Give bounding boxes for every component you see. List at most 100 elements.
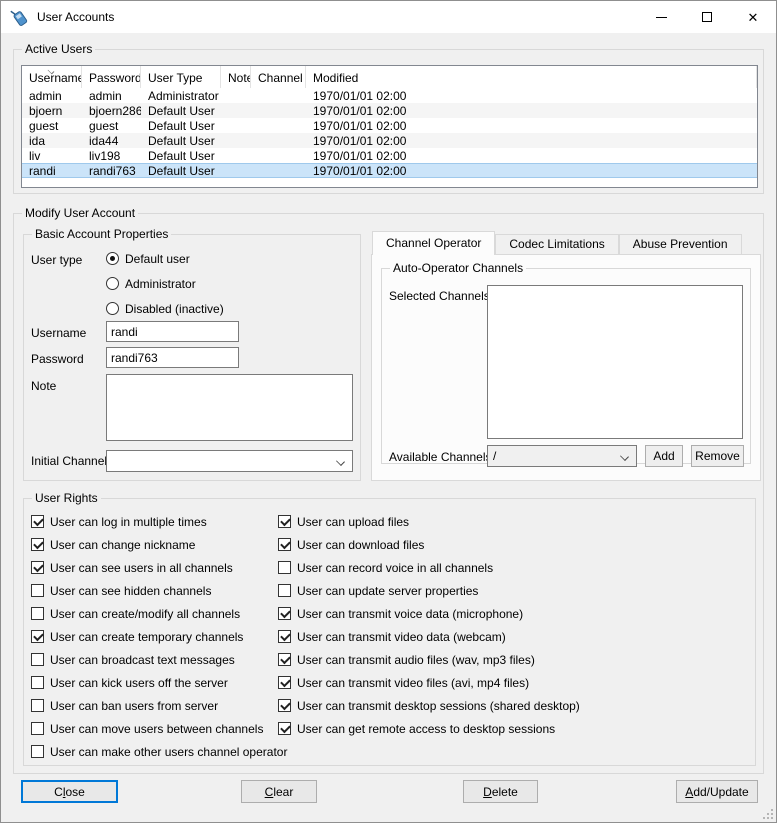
add-update-button[interactable]: Add/Update [676, 780, 758, 803]
delete-button[interactable]: Delete [463, 780, 538, 803]
column-header-password[interactable]: Password [82, 66, 141, 88]
column-header-label: Note [228, 71, 251, 85]
checkbox-unchecked-icon [31, 607, 44, 620]
checkbox-user-can-upload-files[interactable]: User can upload files [278, 515, 580, 528]
checkbox-label: User can see hidden channels [50, 584, 211, 598]
column-header-username[interactable]: Username [22, 66, 82, 88]
column-header-user-type[interactable]: User Type [141, 66, 221, 88]
checkbox-user-can-make-other-users-channel-operator[interactable]: User can make other users channel operat… [31, 745, 287, 758]
remove-button[interactable]: Remove [691, 445, 744, 467]
window-title: User Accounts [37, 10, 114, 24]
checkbox-label: User can download files [297, 538, 424, 552]
username-field[interactable] [106, 321, 239, 342]
user-rights-right-column: User can upload files User can download f… [278, 515, 580, 745]
checkbox-label: User can transmit audio files (wav, mp3 … [297, 653, 535, 667]
checkbox-user-can-log-in-multiple-times[interactable]: User can log in multiple times [31, 515, 287, 528]
table-cell: 1970/01/01 02:00 [306, 104, 757, 118]
radio-administrator[interactable]: Administrator [106, 277, 224, 290]
checkbox-checked-icon [278, 722, 291, 735]
checkbox-user-can-change-nickname[interactable]: User can change nickname [31, 538, 287, 551]
checkbox-label: User can create temporary channels [50, 630, 243, 644]
note-field[interactable] [106, 374, 353, 441]
radio-label: Administrator [125, 277, 196, 291]
checkbox-user-can-transmit-video-data-webcam[interactable]: User can transmit video data (webcam) [278, 630, 580, 643]
checkbox-user-can-download-files[interactable]: User can download files [278, 538, 580, 551]
checkbox-user-can-see-users-in-all-channels[interactable]: User can see users in all channels [31, 561, 287, 574]
table-cell: Default User [141, 119, 221, 133]
tabbar: Channel OperatorCodec LimitationsAbuse P… [372, 231, 742, 254]
checkbox-user-can-transmit-audio-files-wav-mp3-files[interactable]: User can transmit audio files (wav, mp3 … [278, 653, 580, 666]
table-row-liv[interactable]: livliv198Default User1970/01/01 02:00 [22, 148, 757, 163]
table-cell: ida44 [82, 134, 141, 148]
radio-disabled-inactive[interactable]: Disabled (inactive) [106, 302, 224, 315]
active-users-label: Active Users [22, 42, 95, 56]
maximize-button[interactable] [684, 1, 730, 33]
checkbox-unchecked-icon [278, 584, 291, 597]
checkbox-checked-icon [278, 630, 291, 643]
table-row-ida[interactable]: idaida44Default User1970/01/01 02:00 [22, 133, 757, 148]
checkbox-user-can-transmit-video-files-avi-mp4-files[interactable]: User can transmit video files (avi, mp4 … [278, 676, 580, 689]
column-header-label: Password [89, 71, 141, 85]
table-row-admin[interactable]: adminadminAdministrator1970/01/01 02:00 [22, 88, 757, 103]
checkbox-user-can-create-temporary-channels[interactable]: User can create temporary channels [31, 630, 287, 643]
table-cell: bjoern286 [82, 104, 141, 118]
tab-abuse-prevention[interactable]: Abuse Prevention [619, 234, 742, 254]
tab-codec-limitations[interactable]: Codec Limitations [495, 234, 618, 254]
table-cell: 1970/01/01 02:00 [306, 119, 757, 133]
checkbox-checked-icon [278, 676, 291, 689]
app-icon [9, 6, 31, 28]
table-cell: bjoern [22, 104, 82, 118]
initial-channel-label: Initial Channel [31, 454, 107, 468]
checkbox-user-can-broadcast-text-messages[interactable]: User can broadcast text messages [31, 653, 287, 666]
table-cell: 1970/01/01 02:00 [306, 89, 757, 103]
table-row-guest[interactable]: guestguestDefault User1970/01/01 02:00 [22, 118, 757, 133]
table-cell: Default User [141, 104, 221, 118]
checkbox-user-can-see-hidden-channels[interactable]: User can see hidden channels [31, 584, 287, 597]
available-channels-combobox[interactable]: / [487, 445, 637, 467]
add-button-label: Add [653, 449, 674, 463]
table-cell: Administrator [141, 89, 221, 103]
checkbox-user-can-transmit-voice-data-microphone[interactable]: User can transmit voice data (microphone… [278, 607, 580, 620]
column-header-modified[interactable]: Modified [306, 66, 757, 88]
minimize-button[interactable] [638, 1, 684, 33]
checkbox-checked-icon [278, 653, 291, 666]
checkbox-label: User can transmit voice data (microphone… [297, 607, 523, 621]
checkbox-user-can-transmit-desktop-sessions-shared-desktop[interactable]: User can transmit desktop sessions (shar… [278, 699, 580, 712]
checkbox-user-can-get-remote-access-to-desktop-sessions[interactable]: User can get remote access to desktop se… [278, 722, 580, 735]
user-type-radiogroup: Default user Administrator Disabled (inact… [106, 252, 224, 327]
checkbox-unchecked-icon [31, 722, 44, 735]
checkbox-user-can-move-users-between-channels[interactable]: User can move users between channels [31, 722, 287, 735]
checkbox-user-can-kick-users-off-the-server[interactable]: User can kick users off the server [31, 676, 287, 689]
checkbox-user-can-ban-users-from-server[interactable]: User can ban users from server [31, 699, 287, 712]
chevron-down-icon [336, 457, 345, 466]
initial-channel-combobox[interactable] [106, 450, 353, 472]
checkbox-label: User can record voice in all channels [297, 561, 493, 575]
password-label: Password [31, 352, 84, 366]
password-field[interactable] [106, 347, 239, 368]
checkbox-label: User can see users in all channels [50, 561, 233, 575]
checkbox-checked-icon [278, 699, 291, 712]
close-window-button[interactable]: ✕ [730, 1, 776, 33]
checkbox-label: User can create/modify all channels [50, 607, 240, 621]
checkbox-checked-icon [31, 561, 44, 574]
table-cell: admin [22, 89, 82, 103]
table-body: adminadminAdministrator1970/01/01 02:00b… [22, 88, 757, 178]
selected-channels-listbox[interactable] [487, 285, 743, 439]
checkbox-user-can-update-server-properties[interactable]: User can update server properties [278, 584, 580, 597]
resize-grip-icon[interactable] [760, 806, 773, 819]
close-button[interactable]: Close [21, 780, 118, 803]
table-row-bjoern[interactable]: bjoernbjoern286Default User 1970/01/01 02… [22, 103, 757, 118]
clear-button[interactable]: Clear [241, 780, 317, 803]
checkbox-user-can-record-voice-in-all-channels[interactable]: User can record voice in all channels [278, 561, 580, 574]
radio-default-user[interactable]: Default user [106, 252, 224, 265]
checkbox-label: User can upload files [297, 515, 409, 529]
user-type-label: User type [31, 253, 82, 267]
checkbox-user-can-create-modify-all-channels[interactable]: User can create/modify all channels [31, 607, 287, 620]
table-cell: Default User [141, 149, 221, 163]
tab-channel-operator[interactable]: Channel Operator [372, 231, 495, 255]
column-header-channel[interactable]: Channel [251, 66, 306, 88]
column-header-note[interactable]: Note [221, 66, 251, 88]
table-row-randi[interactable]: randirandi763Default User1970/01/01 02:0… [22, 163, 757, 178]
add-button[interactable]: Add [645, 445, 683, 467]
checkbox-label: User can log in multiple times [50, 515, 207, 529]
